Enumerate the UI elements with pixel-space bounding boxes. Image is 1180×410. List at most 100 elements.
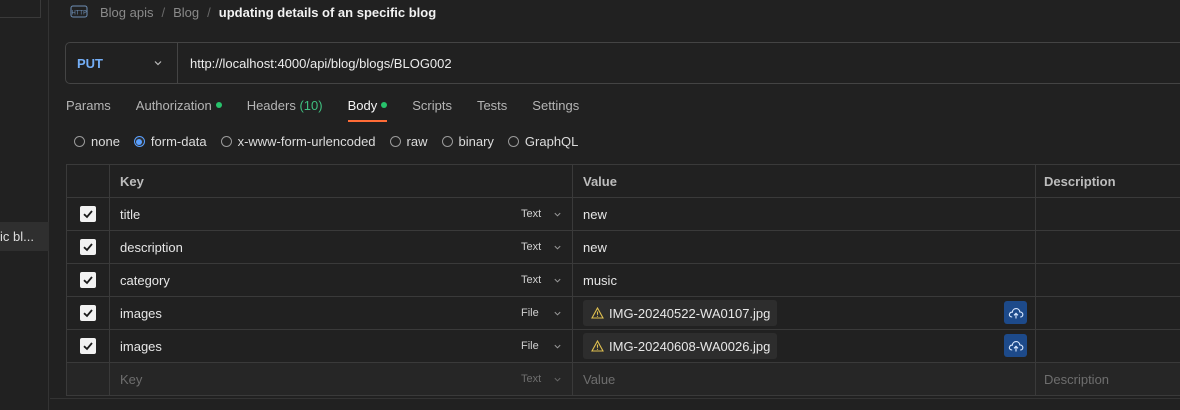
radio-checked-icon [133, 136, 145, 147]
key-cell[interactable]: images [110, 297, 512, 329]
column-header-description: Description [1044, 173, 1116, 189]
type-label: File [521, 340, 539, 352]
http-request-icon: HTTP [70, 5, 88, 18]
tab-authorization[interactable]: Authorization [136, 96, 222, 120]
warning-icon [591, 340, 604, 352]
check-icon [83, 342, 93, 351]
tab-tests[interactable]: Tests [477, 96, 507, 120]
chevron-down-icon [554, 377, 561, 382]
row-checkbox[interactable] [80, 272, 96, 288]
tab-label: Scripts [412, 98, 452, 113]
table-header-row: Key Value Description [66, 165, 1180, 198]
column-header-value: Value [573, 165, 1036, 197]
key-placeholder-input[interactable]: Key [110, 363, 512, 395]
method-select[interactable]: PUT [66, 43, 178, 83]
value-cell[interactable]: new [573, 231, 1036, 263]
key-cell[interactable]: images [110, 330, 512, 362]
file-name: IMG-20240522-WA0107.jpg [609, 305, 771, 321]
divider [50, 398, 1180, 399]
type-select[interactable]: Text [512, 363, 573, 395]
type-select[interactable]: Text [512, 264, 573, 296]
chevron-down-icon [554, 245, 561, 250]
radio-label: none [91, 134, 120, 149]
table-row: category Text music [66, 264, 1180, 297]
chevron-down-icon [554, 311, 561, 316]
table-row: description Text new [66, 231, 1180, 264]
radio-label: x-www-form-urlencoded [237, 134, 376, 149]
upload-file-button[interactable] [1004, 301, 1027, 324]
row-check-cell [66, 198, 110, 230]
breadcrumb-separator: / [207, 4, 211, 20]
breadcrumb-collection[interactable]: Blog apis [100, 5, 153, 20]
description-cell[interactable] [1036, 330, 1180, 362]
row-check-cell [66, 264, 110, 296]
cloud-upload-icon [1008, 340, 1023, 351]
check-icon [83, 210, 93, 219]
type-select[interactable]: File [512, 297, 573, 329]
type-select[interactable]: Text [512, 198, 573, 230]
status-dot-icon [215, 102, 222, 108]
chevron-down-icon [154, 61, 162, 66]
table-row: images File IMG-20240608-WA0026.jpg [66, 330, 1180, 363]
radio-urlencoded[interactable]: x-www-form-urlencoded [220, 134, 376, 149]
file-chip[interactable]: IMG-20240608-WA0026.jpg [583, 333, 778, 359]
tab-body[interactable]: Body [347, 96, 388, 122]
radio-raw[interactable]: raw [389, 134, 428, 149]
check-icon [83, 243, 93, 252]
value-cell[interactable]: music [573, 264, 1036, 296]
warning-icon [591, 307, 604, 319]
radio-icon [441, 136, 453, 147]
type-label: Text [521, 373, 542, 385]
file-name: IMG-20240608-WA0026.jpg [609, 338, 771, 354]
radio-label: raw [406, 134, 428, 149]
url-bar: PUT http://localhost:4000/api/blog/blogs… [65, 42, 1180, 84]
request-title[interactable]: updating details of an specific blog [219, 5, 436, 20]
check-icon [83, 309, 93, 318]
table-row: title Text new [66, 198, 1180, 231]
type-select[interactable]: Text [512, 231, 573, 263]
file-chip[interactable]: IMG-20240522-WA0107.jpg [583, 300, 778, 326]
tab-params[interactable]: Params [66, 96, 111, 120]
description-cell[interactable] [1036, 198, 1180, 230]
radio-icon [507, 136, 519, 147]
radio-graphql[interactable]: GraphQL [507, 134, 578, 149]
chevron-down-icon [554, 344, 561, 349]
sidebar-item-selected-request[interactable]: ic bl... [0, 222, 49, 251]
row-checkbox[interactable] [80, 239, 96, 255]
key-cell[interactable]: title [110, 198, 512, 230]
breadcrumb-separator: / [161, 4, 166, 20]
status-dot-icon [381, 102, 388, 108]
header-check-cell [66, 165, 110, 197]
radio-form-data[interactable]: form-data [133, 134, 207, 149]
breadcrumb-folder[interactable]: Blog [173, 5, 199, 20]
row-checkbox[interactable] [80, 206, 96, 222]
row-checkbox[interactable] [80, 338, 96, 354]
row-checkbox[interactable] [80, 305, 96, 321]
url-input[interactable]: http://localhost:4000/api/blog/blogs/BLO… [178, 56, 452, 71]
request-editor: HTTP Blog apis / Blog / updating details… [50, 0, 1180, 410]
description-cell[interactable] [1036, 297, 1180, 329]
tab-headers[interactable]: Headers (10) [247, 96, 323, 120]
radio-none[interactable]: none [74, 134, 120, 149]
chevron-down-icon [554, 212, 561, 217]
tab-settings[interactable]: Settings [532, 96, 579, 120]
tab-scripts[interactable]: Scripts [412, 96, 452, 120]
upload-file-button[interactable] [1004, 334, 1027, 357]
type-label: File [521, 307, 539, 319]
type-select[interactable]: File [512, 330, 573, 362]
radio-binary[interactable]: binary [441, 134, 494, 149]
tab-label: Headers [246, 98, 296, 113]
value-cell: IMG-20240608-WA0026.jpg [573, 330, 1036, 362]
key-cell[interactable]: category [110, 264, 512, 296]
row-check-cell [66, 330, 110, 362]
method-label: PUT [77, 55, 103, 71]
key-cell[interactable]: description [110, 231, 512, 263]
radio-label: binary [458, 134, 494, 149]
description-cell[interactable] [1036, 264, 1180, 296]
value-cell[interactable]: new [573, 198, 1036, 230]
breadcrumb: HTTP Blog apis / Blog / updating details… [70, 2, 436, 22]
type-label: Text [521, 274, 542, 286]
description-cell[interactable] [1036, 231, 1180, 263]
value-placeholder-input[interactable]: Value [573, 363, 1036, 395]
description-placeholder-input[interactable]: Description [1036, 363, 1180, 395]
